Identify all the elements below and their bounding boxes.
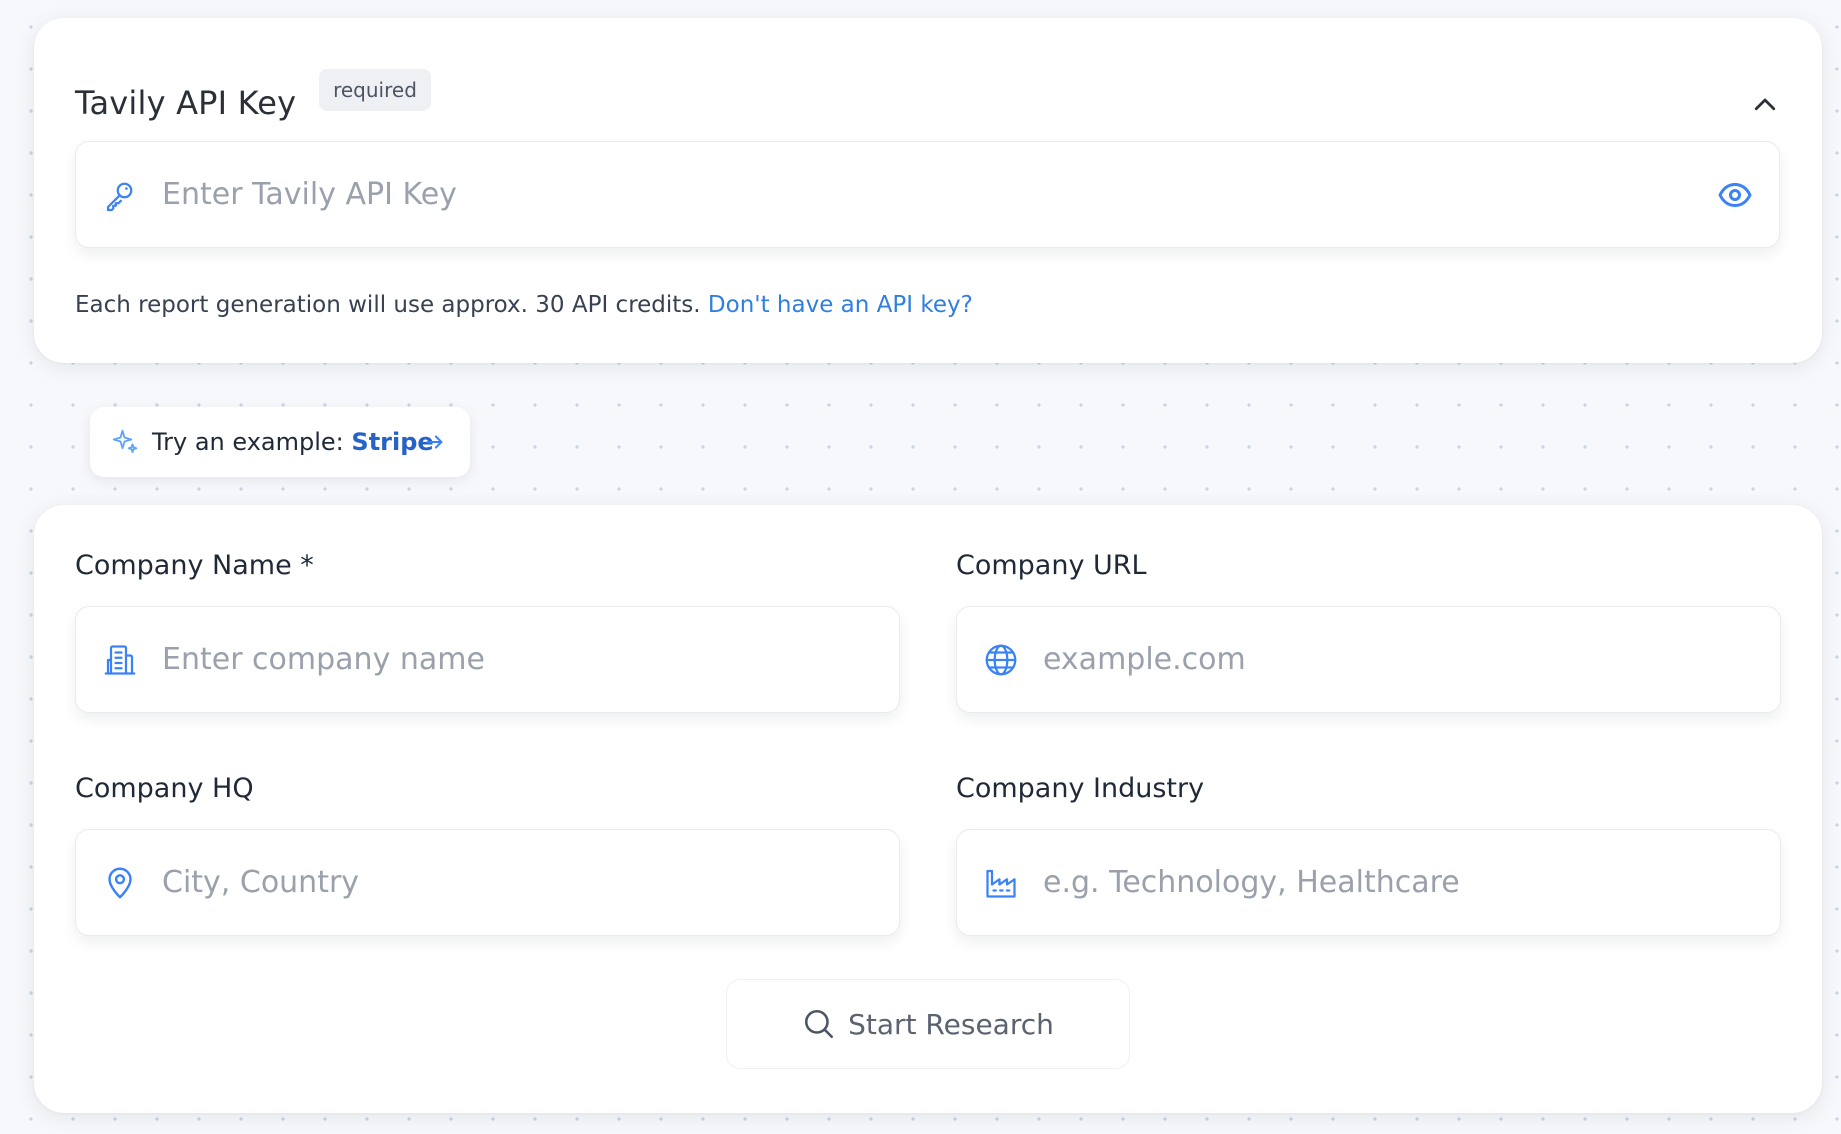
get-api-key-link[interactable]: Don't have an API key? [708,292,973,318]
factory-icon [983,865,1019,901]
company-industry-input[interactable] [1041,830,1700,935]
map-pin-icon [102,865,138,901]
start-research-button[interactable]: Start Research [726,979,1130,1069]
start-research-label: Start Research [848,1007,1054,1041]
company-industry-field [956,829,1781,936]
company-name-field [75,606,900,713]
required-badge: required [319,69,431,111]
company-name-input[interactable] [160,607,819,712]
chevron-up-icon [1754,98,1776,111]
collapse-button[interactable] [1746,86,1784,124]
arrow-right-icon [426,435,443,449]
sparkles-icon [112,429,138,453]
company-industry-label: Company Industry [956,773,1205,804]
company-url-field [956,606,1781,713]
company-form-card: Company Name * Company URL Compan [34,505,1822,1113]
api-key-input[interactable] [160,142,1699,247]
key-icon [102,177,138,213]
eye-icon [1718,182,1752,207]
company-hq-input[interactable] [160,830,819,935]
toggle-visibility-button[interactable] [1715,175,1755,215]
company-hq-label: Company HQ [75,773,254,804]
api-key-field [75,141,1780,248]
globe-icon [983,642,1019,678]
example-company: Stripe [351,428,434,456]
try-example-prefix: Try an example: [152,428,344,456]
building-icon [102,642,138,678]
company-url-label: Company URL [956,550,1147,581]
company-name-label: Company Name * [75,550,314,581]
try-example-label: Try an example: Stripe [152,428,434,456]
try-example-button[interactable]: Try an example: Stripe [90,407,470,477]
api-credits-text: Each report generation will use approx. … [75,292,701,318]
company-url-input[interactable] [1041,607,1700,712]
search-icon [805,1009,834,1039]
api-credits-note: Each report generation will use approx. … [75,292,973,318]
api-key-card: Tavily API Key required Each report gene… [34,18,1822,363]
company-hq-field [75,829,900,936]
api-key-title: Tavily API Key [75,84,297,122]
